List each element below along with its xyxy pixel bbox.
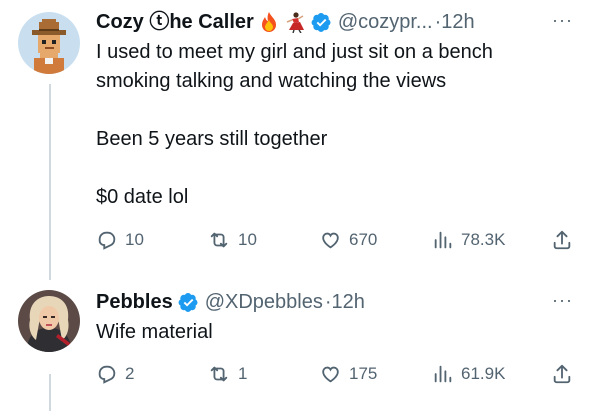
repost-button[interactable]: 10: [207, 228, 257, 252]
more-icon[interactable]: ···: [552, 11, 573, 29]
views-button[interactable]: 61.9K: [432, 362, 505, 386]
reply-count: 2: [125, 364, 135, 383]
fire-emoji: [259, 11, 279, 33]
like-icon: [322, 232, 339, 249]
reply-count: 10: [125, 230, 144, 249]
like-button[interactable]: 175: [319, 362, 377, 386]
tweet-actions-pebbles: 2 1 175 61.9K: [96, 362, 586, 386]
verified-badge-icon: [311, 12, 332, 33]
tweet-header-cozy: Cozy ⓣhe Caller @cozypr... · 12h: [96, 10, 475, 34]
tweet-text: I used to meet my girl and just sit on a…: [96, 41, 493, 208]
separator-dot: ·: [324, 291, 332, 313]
tweet-timestamp[interactable]: 12h: [332, 290, 365, 314]
tweet-timestamp[interactable]: 12h: [441, 10, 474, 34]
like-icon: [322, 366, 339, 383]
share-icon: [553, 230, 571, 250]
view-count: 61.9K: [461, 364, 506, 383]
reply-icon: [98, 365, 116, 384]
repost-count: 1: [238, 364, 248, 383]
views-icon: [434, 231, 452, 249]
separator-dot: ·: [434, 11, 442, 33]
tweet-header-pebbles: Pebbles @XDpebbles · 12h: [96, 290, 365, 314]
like-button[interactable]: 670: [319, 228, 377, 252]
more-icon[interactable]: ···: [552, 291, 573, 309]
share-button[interactable]: [551, 228, 573, 252]
avatar-cozy[interactable]: [18, 12, 80, 74]
thread-line-bottom: [49, 374, 51, 411]
view-count: 78.3K: [461, 230, 506, 249]
share-icon: [553, 364, 571, 384]
like-count: 670: [349, 230, 378, 249]
repost-icon: [210, 232, 228, 248]
author-handle[interactable]: @XDpebbles: [205, 290, 323, 314]
views-icon: [434, 365, 452, 383]
reply-icon: [98, 231, 116, 250]
tweet-text: Wife material: [96, 321, 213, 343]
author-handle[interactable]: @cozypr...: [338, 10, 433, 34]
repost-icon: [210, 366, 228, 382]
author-name[interactable]: Pebbles: [96, 290, 173, 314]
share-button[interactable]: [551, 362, 573, 386]
avatar-pebbles[interactable]: [18, 290, 80, 352]
verified-badge-icon: [178, 292, 199, 313]
dancer-emoji: [284, 11, 306, 33]
tweet-actions-cozy: 10 10 670 78.3K: [96, 228, 586, 252]
repost-button[interactable]: 1: [207, 362, 247, 386]
views-button[interactable]: 78.3K: [432, 228, 505, 252]
reply-button[interactable]: 10: [96, 228, 144, 252]
reply-button[interactable]: 2: [96, 362, 134, 386]
thread-line-top: [49, 84, 51, 280]
author-name[interactable]: Cozy ⓣhe Caller: [96, 10, 254, 34]
repost-count: 10: [238, 230, 257, 249]
like-count: 175: [349, 364, 378, 383]
